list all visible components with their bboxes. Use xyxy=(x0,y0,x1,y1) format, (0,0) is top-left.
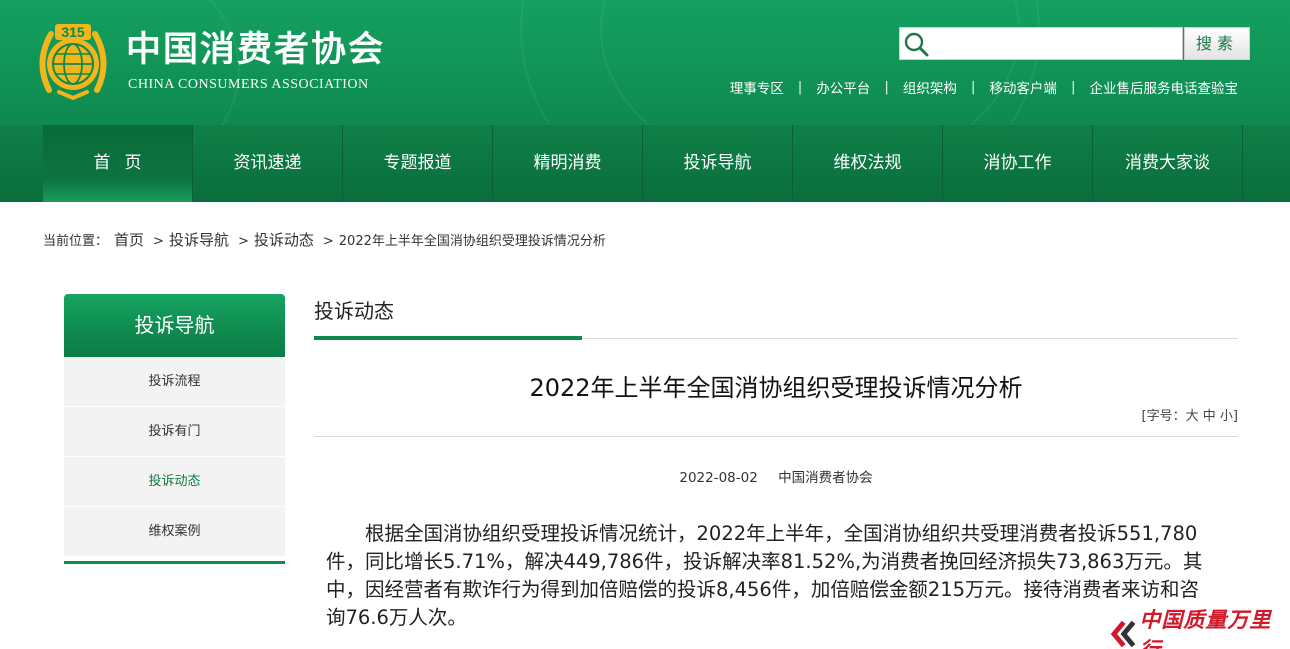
top-link-service-check[interactable]: 企业售后服务电话查验宝 xyxy=(1090,77,1239,97)
top-link-mobile[interactable]: 移动客户端 xyxy=(989,77,1057,97)
sidebar-title: 投诉导航 xyxy=(64,294,285,357)
title-divider xyxy=(314,436,1238,437)
main-nav: 首页 资讯速递 专题报道 精明消费 投诉导航 维权法规 消协工作 消费大家谈 xyxy=(0,125,1290,202)
nav-item-complaint-guide[interactable]: 投诉导航 xyxy=(643,125,793,202)
nav-item-home[interactable]: 首页 xyxy=(43,125,193,202)
top-link-organization[interactable]: 组织架构 xyxy=(903,77,957,97)
cca-logo-icon[interactable]: 315 xyxy=(35,20,111,100)
font-size-label: [字号： xyxy=(1141,409,1186,424)
nav-list: 首页 资讯速递 专题报道 精明消费 投诉导航 维权法规 消协工作 消费大家谈 xyxy=(43,125,1243,202)
breadcrumb-arrow: > xyxy=(322,234,334,249)
sidebar-item-process[interactable]: 投诉流程 xyxy=(64,357,285,407)
top-links: 理事专区 | 办公平台 | 组织架构 | 移动客户端 | 企业售后服务电话查验宝 xyxy=(730,77,1238,97)
font-size-small[interactable]: 小 xyxy=(1220,409,1233,424)
search-icon xyxy=(904,32,929,57)
font-size-control: [字号：大 中 小] xyxy=(1142,405,1238,424)
site-name-english: CHINA CONSUMERS ASSOCIATION xyxy=(128,77,369,92)
font-size-medium[interactable]: 中 xyxy=(1203,409,1216,424)
top-link-separator: | xyxy=(970,79,976,95)
breadcrumb-arrow: > xyxy=(153,234,164,249)
nav-item-association-work[interactable]: 消协工作 xyxy=(943,125,1093,202)
top-link-office[interactable]: 办公平台 xyxy=(816,77,870,97)
sidebar-divider xyxy=(64,561,285,564)
section-divider-accent xyxy=(314,336,582,340)
breadcrumb-arrow: > xyxy=(237,234,249,249)
article-title: 2022年上半年全国消协组织受理投诉情况分析 xyxy=(529,374,1023,402)
sidebar-item-news[interactable]: 投诉动态 xyxy=(64,457,285,507)
section-title: 投诉动态 xyxy=(314,299,394,323)
header-decoration xyxy=(600,0,1020,125)
breadcrumb-complaint-guide[interactable]: 投诉导航 xyxy=(169,229,229,250)
nav-item-consumer-forum[interactable]: 消费大家谈 xyxy=(1093,125,1243,202)
font-size-close: ] xyxy=(1232,409,1238,424)
search-box xyxy=(899,27,1183,60)
breadcrumb-current: 2022年上半年全国消协组织受理投诉情况分析 xyxy=(338,234,606,249)
article-source: 中国消费者协会 xyxy=(778,470,873,486)
watermark-text: 中国质量万里行 xyxy=(1139,607,1272,649)
top-link-council[interactable]: 理事专区 xyxy=(730,77,784,97)
nav-item-regulations[interactable]: 维权法规 xyxy=(793,125,943,202)
nav-item-special-reports[interactable]: 专题报道 xyxy=(343,125,493,202)
logo-number: 315 xyxy=(61,24,85,40)
search-button[interactable]: 搜素 xyxy=(1184,27,1250,60)
watermark: 中国质量万里行 xyxy=(1110,604,1290,649)
site-name[interactable]: 中国消费者协会 xyxy=(126,30,385,70)
breadcrumb-label: 当前位置： xyxy=(43,234,109,249)
top-link-separator: | xyxy=(797,79,803,95)
font-size-large[interactable]: 大 xyxy=(1186,409,1199,424)
site-header: 315 中国消费者协会 CHINA CONSUMERS ASSOCIATION … xyxy=(0,0,1290,125)
nav-item-smart-consumption[interactable]: 精明消费 xyxy=(493,125,643,202)
article-meta: 2022-08-02 中国消费者协会 xyxy=(314,466,1238,486)
top-link-separator: | xyxy=(884,79,889,95)
breadcrumb-home[interactable]: 首页 xyxy=(114,229,144,250)
breadcrumb-complaint-news[interactable]: 投诉动态 xyxy=(254,229,314,250)
main-content: 投诉动态 2022年上半年全国消协组织受理投诉情况分析 [字号：大 中 小] 2… xyxy=(314,294,1238,629)
search-input[interactable] xyxy=(932,30,1178,57)
sidebar: 投诉导航 投诉流程 投诉有门 投诉动态 维权案例 xyxy=(64,294,285,564)
top-link-separator: | xyxy=(1070,79,1076,95)
breadcrumb: 当前位置： 首页 > 投诉导航 > 投诉动态 > 2022年上半年全国消协组织受… xyxy=(43,229,606,250)
nav-item-news[interactable]: 资讯速递 xyxy=(193,125,343,202)
sidebar-item-channels[interactable]: 投诉有门 xyxy=(64,407,285,457)
sidebar-item-cases[interactable]: 维权案例 xyxy=(64,507,285,557)
article-date: 2022-08-02 xyxy=(679,470,758,486)
article-body: 根据全国消协组织受理投诉情况统计，2022年上半年，全国消协组织共受理消费者投诉… xyxy=(326,522,1203,629)
watermark-logo-icon xyxy=(1110,620,1136,648)
